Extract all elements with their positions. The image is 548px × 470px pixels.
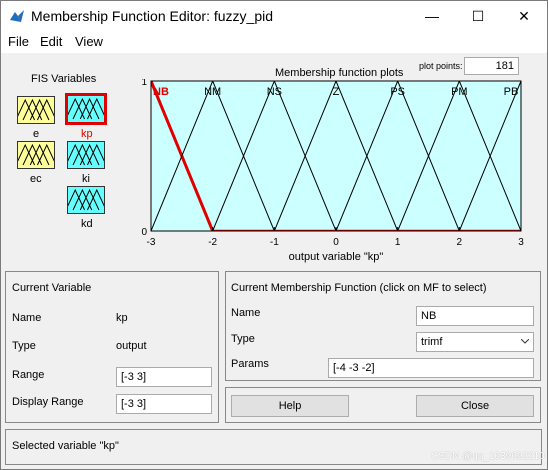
buttons-panel: Help Close (225, 387, 541, 423)
mf-type-value: trimf (421, 336, 443, 348)
mf-type-select[interactable]: trimf (416, 332, 534, 352)
plot-points-input[interactable]: 181 (464, 57, 519, 75)
title-bar: Membership Function Editor: fuzzy_pid — … (1, 1, 547, 31)
display-range-field[interactable]: [-3 3] (116, 394, 212, 414)
x-tick-label: 1 (395, 237, 401, 248)
fis-output-kd[interactable] (67, 186, 105, 214)
x-tick-label: -3 (147, 237, 156, 248)
mf-label-ns[interactable]: NS (267, 86, 282, 98)
editor-main: FIS Variables e ec kp ki kd Membership f… (1, 53, 547, 469)
mf-thumbnail-icon (68, 143, 104, 166)
mf-params-field[interactable]: [-4 -3 -2] (328, 358, 534, 378)
fis-output-kp-label: kp (81, 128, 93, 140)
mf-label-z[interactable]: Z (333, 86, 340, 98)
mf-label-pb[interactable]: PB (504, 86, 519, 98)
mf-label-nb[interactable]: NB (153, 86, 169, 98)
x-tick-label: -1 (270, 237, 279, 248)
fis-input-e[interactable] (17, 96, 55, 124)
plot-title: Membership function plots (275, 67, 404, 79)
x-tick-label: 3 (518, 237, 524, 248)
fis-input-ec[interactable] (17, 141, 55, 169)
watermark: CSDN @qq_1039692210 (431, 451, 545, 462)
membership-function-editor-window: Membership Function Editor: fuzzy_pid — … (0, 0, 548, 470)
variable-type-label: Type (12, 340, 36, 352)
variable-type-value: output (116, 340, 147, 352)
plot-area (150, 80, 522, 232)
help-button[interactable]: Help (231, 395, 349, 417)
variable-name-label: Name (12, 312, 42, 324)
variable-name-value: kp (116, 312, 128, 324)
mf-params-label: Params (231, 358, 269, 370)
current-mf-heading: Current Membership Function (click on MF… (231, 282, 487, 294)
mf-label-nm[interactable]: NM (204, 86, 221, 98)
current-mf-panel: Current Membership Function (click on MF… (225, 271, 541, 381)
range-label: Range (12, 369, 45, 381)
mf-name-label: Name (231, 307, 261, 319)
maximize-button[interactable]: ☐ (455, 1, 501, 31)
y-tick-label: 1 (141, 79, 147, 88)
fis-input-ec-label: ec (30, 173, 42, 185)
x-axis-label: output variable "kp" (289, 251, 384, 263)
close-button[interactable]: Close (416, 395, 534, 417)
mf-thumbnail-icon (18, 98, 54, 121)
chevron-down-icon (521, 339, 529, 344)
plot-points-label: plot points: (419, 61, 463, 71)
fis-input-e-label: e (33, 128, 40, 140)
mf-label-pm[interactable]: PM (451, 86, 468, 98)
maximize-icon: ☐ (471, 7, 485, 24)
close-icon: ✕ (518, 7, 530, 24)
y-tick-label: 0 (141, 227, 147, 238)
status-text: Selected variable "kp" (12, 440, 119, 452)
x-tick-label: -2 (208, 237, 217, 248)
mf-thumbnail-icon (68, 188, 104, 211)
mf-type-label: Type (231, 333, 255, 345)
window-title: Membership Function Editor: fuzzy_pid (31, 8, 273, 24)
menu-edit[interactable]: Edit (40, 34, 62, 49)
display-range-label: Display Range (12, 396, 84, 408)
fis-output-ki-label: ki (82, 173, 90, 185)
menu-bar: File Edit View (1, 31, 547, 53)
membership-function-plot[interactable]: NB NM NS Z PS PM PB -3 -2 -1 0 1 2 3 0 1 output variable… (137, 79, 537, 271)
fis-output-kp[interactable] (65, 93, 107, 125)
current-variable-panel: Current Variable Name kp Type output Ran… (5, 271, 219, 423)
menu-view[interactable]: View (75, 34, 103, 49)
range-field[interactable]: [-3 3] (116, 367, 212, 387)
fis-output-kd-label: kd (81, 218, 93, 230)
fis-variables-title: FIS Variables (31, 73, 97, 85)
x-tick-label: 0 (333, 237, 339, 248)
menu-file[interactable]: File (8, 34, 29, 49)
mf-thumbnail-icon (68, 97, 104, 120)
minimize-button[interactable]: — (409, 1, 455, 31)
current-variable-heading: Current Variable (12, 282, 92, 294)
close-window-button[interactable]: ✕ (501, 1, 547, 31)
fis-output-ki[interactable] (67, 141, 105, 169)
mf-name-field[interactable]: NB (416, 306, 534, 326)
mf-label-ps[interactable]: PS (390, 86, 405, 98)
mf-thumbnail-icon (18, 143, 54, 166)
matlab-logo-icon (10, 10, 24, 22)
x-tick-label: 2 (457, 237, 463, 248)
minimize-icon: — (425, 8, 439, 24)
